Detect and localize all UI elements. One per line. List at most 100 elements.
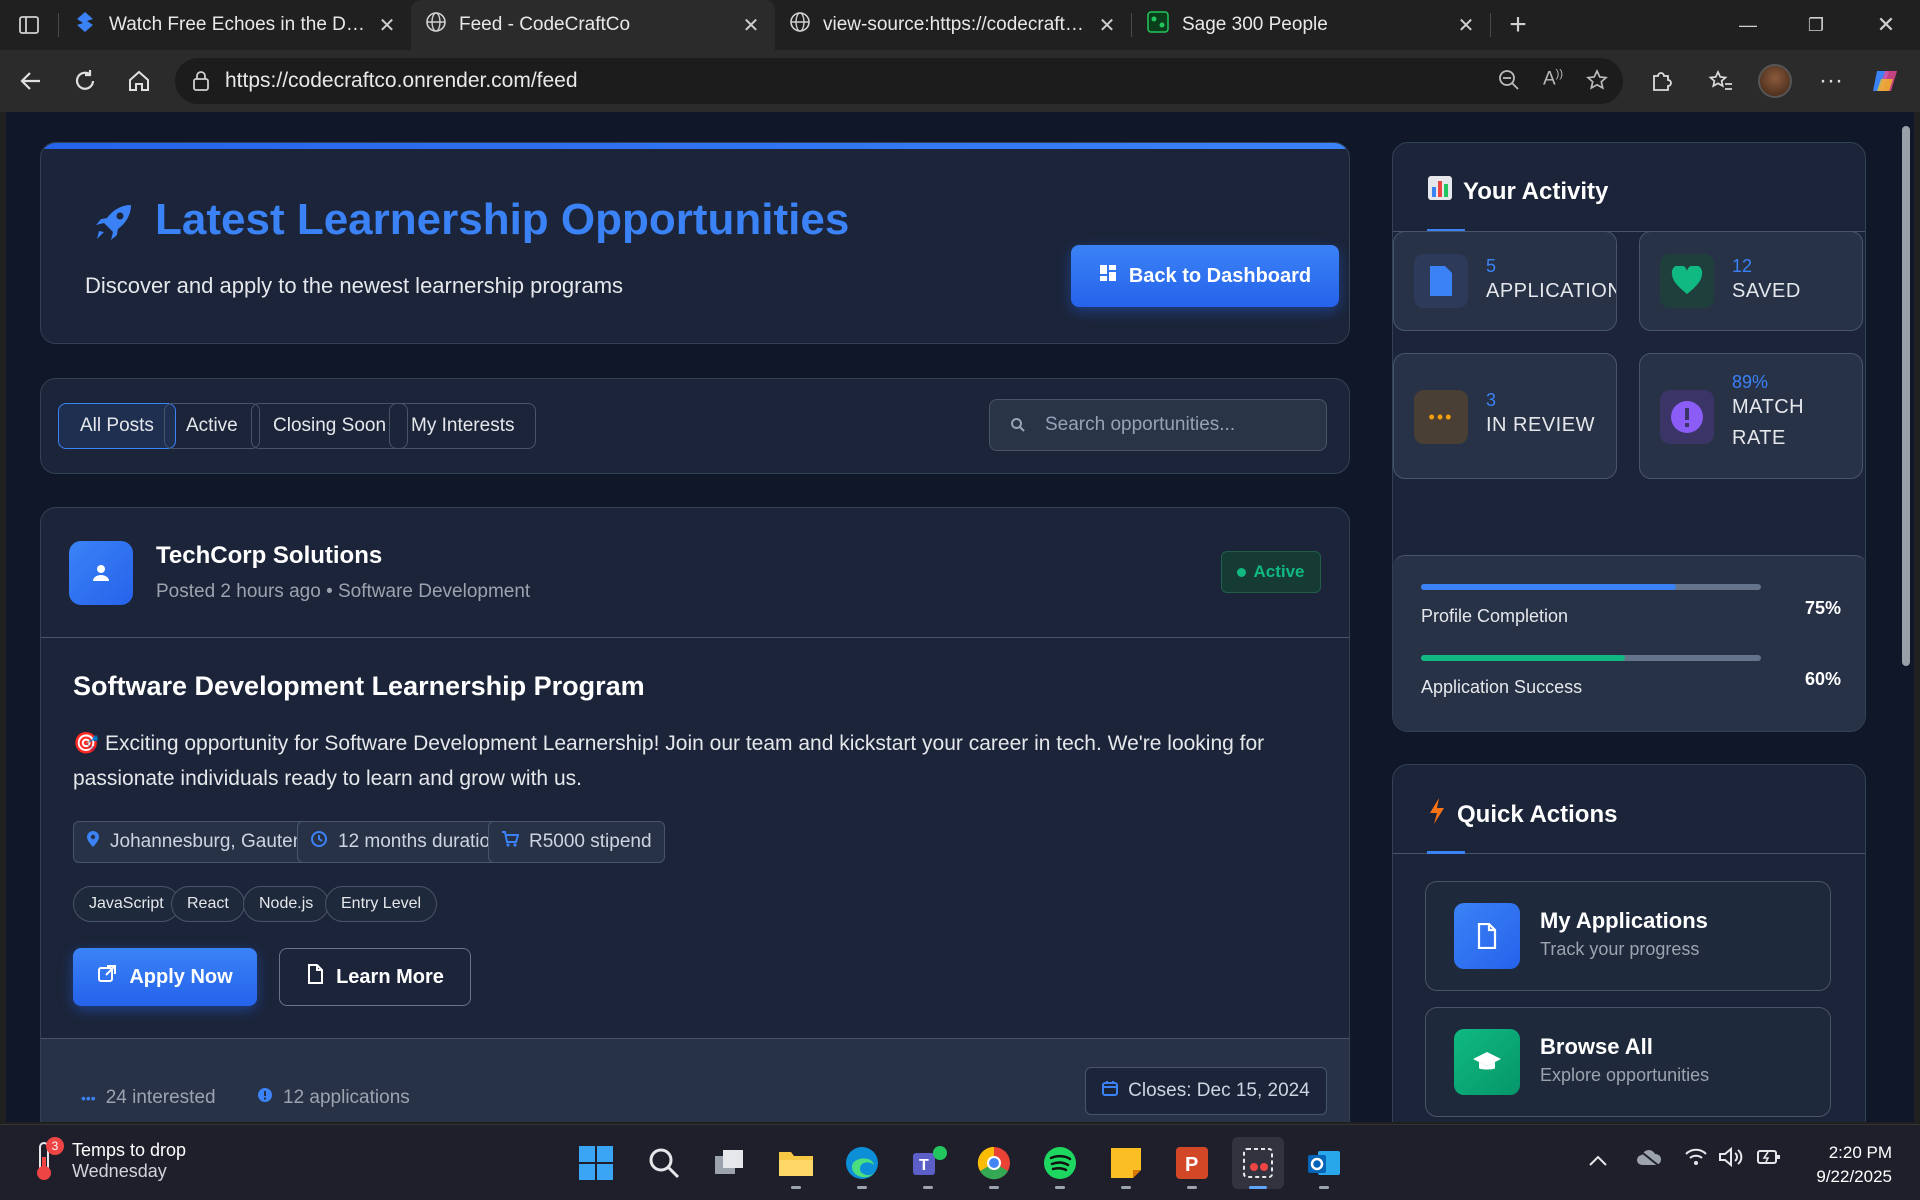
filter-closing-soon[interactable]: Closing Soon (251, 403, 409, 449)
page-scrollbar[interactable] (1898, 112, 1914, 1122)
weather-widget[interactable]: 3 Temps to drop Wednesday (30, 1137, 187, 1183)
file-explorer-icon[interactable] (770, 1137, 822, 1189)
close-icon[interactable]: ✕ (1097, 13, 1117, 38)
sage-icon (1146, 10, 1170, 40)
wifi-icon[interactable] (1684, 1147, 1708, 1172)
browser-toolbar: https://codecraftco.onrender.com/feed A)… (0, 50, 1920, 112)
weather-subtitle: Wednesday (72, 1161, 167, 1181)
weather-badge: 3 (46, 1137, 64, 1155)
powerpoint-icon[interactable]: P (1166, 1137, 1218, 1189)
sticky-notes-icon[interactable] (1100, 1137, 1152, 1189)
windows-start-icon[interactable] (570, 1137, 622, 1189)
my-applications-action[interactable]: My Applications Track your progress (1425, 881, 1831, 991)
chevron-up-icon[interactable] (1588, 1151, 1608, 1172)
scrollbar-thumb[interactable] (1902, 126, 1910, 666)
post-footer: ••• 24 interested 12 applications Closes… (41, 1038, 1349, 1122)
close-window-icon[interactable]: ✕ (1852, 0, 1920, 50)
stat-in-review[interactable]: ••• 3 IN REVIEW (1393, 353, 1617, 479)
interested-text: 24 interested (105, 1087, 216, 1108)
clock-time: 2:20 PM (1828, 1143, 1892, 1162)
restore-icon[interactable]: ❐ (1782, 0, 1850, 50)
minimize-icon[interactable]: — (1714, 0, 1782, 50)
tab-sage[interactable]: Sage 300 People ✕ (1132, 0, 1490, 50)
system-clock[interactable]: 2:20 PM 9/22/2025 (1816, 1141, 1892, 1189)
post-title[interactable]: Software Development Learnership Program (73, 671, 645, 702)
application-success-bar (1421, 655, 1761, 661)
teams-icon[interactable]: T (902, 1137, 954, 1189)
stat-saved[interactable]: 12 SAVED (1639, 231, 1863, 331)
tab-echoes[interactable]: Watch Free Echoes in the Dark Fu ✕ (59, 0, 411, 50)
task-view-icon[interactable] (704, 1137, 756, 1189)
weather-title: Temps to drop (72, 1140, 187, 1160)
thermometer-icon: 3 (30, 1137, 64, 1183)
info-icon (257, 1087, 273, 1109)
back-icon[interactable] (4, 54, 58, 108)
favorite-star-icon[interactable] (1585, 68, 1609, 98)
apply-now-button[interactable]: Apply Now (73, 948, 257, 1006)
filter-my-interests[interactable]: My Interests (389, 403, 537, 449)
hero-card: Latest Learnership Opportunities Discove… (40, 142, 1350, 344)
sidebar-toggle-icon[interactable] (0, 0, 58, 50)
profile-avatar[interactable] (1756, 62, 1794, 100)
battery-icon[interactable] (1756, 1147, 1782, 1172)
chrome-icon[interactable] (968, 1137, 1020, 1189)
running-indicator (1055, 1186, 1065, 1189)
new-tab-icon[interactable]: + (1491, 0, 1545, 50)
favorites-icon[interactable] (1702, 62, 1740, 100)
company-name[interactable]: TechCorp Solutions (156, 542, 382, 570)
snipping-tool-icon[interactable] (1232, 1137, 1284, 1189)
close-icon[interactable]: ✕ (377, 13, 397, 38)
refresh-icon[interactable] (58, 54, 112, 108)
document-icon (1454, 903, 1520, 969)
file-icon (1414, 254, 1468, 308)
globe-icon (789, 11, 811, 39)
back-to-dashboard-button[interactable]: Back to Dashboard (1071, 245, 1339, 307)
filter-all-posts[interactable]: All Posts (58, 403, 176, 449)
windows-taskbar: 3 Temps to drop Wednesday T P 2:20 PM 9/… (0, 1124, 1920, 1200)
action-subtitle: Track your progress (1540, 939, 1700, 959)
activity-title-text: Your Activity (1463, 177, 1609, 205)
close-icon[interactable]: ✕ (1456, 13, 1476, 38)
tab-feed[interactable]: Feed - CodeCraftCo ✕ (411, 0, 775, 50)
progress-value: 60% (1804, 669, 1841, 689)
location-text: Johannesburg, Gauteng (110, 831, 314, 852)
edge-icon[interactable] (836, 1137, 888, 1189)
search-input[interactable]: Search opportunities... (989, 399, 1327, 451)
volume-icon[interactable] (1718, 1146, 1744, 1172)
clock-date: 9/22/2025 (1816, 1167, 1892, 1186)
post-description: 🎯 Exciting opportunity for Software Deve… (73, 732, 1265, 790)
lock-icon (191, 70, 211, 98)
url-actions: A)) (1497, 68, 1609, 98)
extensions-icon[interactable] (1642, 62, 1680, 100)
url-field[interactable]: https://codecraftco.onrender.com/feed A)… (175, 58, 1623, 104)
spotify-icon[interactable] (1034, 1137, 1086, 1189)
map-pin-icon (86, 830, 100, 854)
search-icon (1010, 417, 1026, 439)
post-header: TechCorp Solutions Posted 2 hours ago • … (41, 508, 1349, 638)
progress-label: Profile Completion (1421, 606, 1569, 626)
read-aloud-icon[interactable]: A)) (1543, 68, 1563, 98)
dots-icon: ••• (81, 1090, 96, 1106)
copilot-icon[interactable] (1866, 62, 1904, 100)
home-icon[interactable] (112, 54, 166, 108)
tab-view-source[interactable]: view-source:https://codecraftco.o ✕ (775, 0, 1131, 50)
learn-more-button[interactable]: Learn More (279, 948, 471, 1006)
close-icon[interactable]: ✕ (741, 13, 761, 38)
zoom-out-icon[interactable] (1497, 68, 1521, 98)
skill-tag: React (171, 886, 245, 922)
filter-active[interactable]: Active (164, 403, 260, 449)
tab-title: view-source:https://codecraftco.o (823, 14, 1085, 35)
stat-match-rate[interactable]: 89% MATCH RATE (1639, 353, 1863, 479)
outlook-icon[interactable] (1298, 1137, 1350, 1189)
page-viewport: Latest Learnership Opportunities Discove… (6, 112, 1898, 1122)
status-label: Active (1253, 562, 1305, 581)
onedrive-icon[interactable] (1636, 1149, 1662, 1172)
profile-completion-bar (1421, 584, 1761, 590)
stat-applications[interactable]: 5 APPLICATIONS (1393, 231, 1617, 331)
profile-completion-fill (1421, 584, 1676, 590)
ellipsis-icon: ••• (1414, 390, 1468, 444)
browse-all-action[interactable]: Browse All Explore opportunities (1425, 1007, 1831, 1117)
more-menu-icon[interactable]: ··· (1812, 62, 1850, 100)
running-indicator (857, 1186, 867, 1189)
search-icon[interactable] (638, 1137, 690, 1189)
